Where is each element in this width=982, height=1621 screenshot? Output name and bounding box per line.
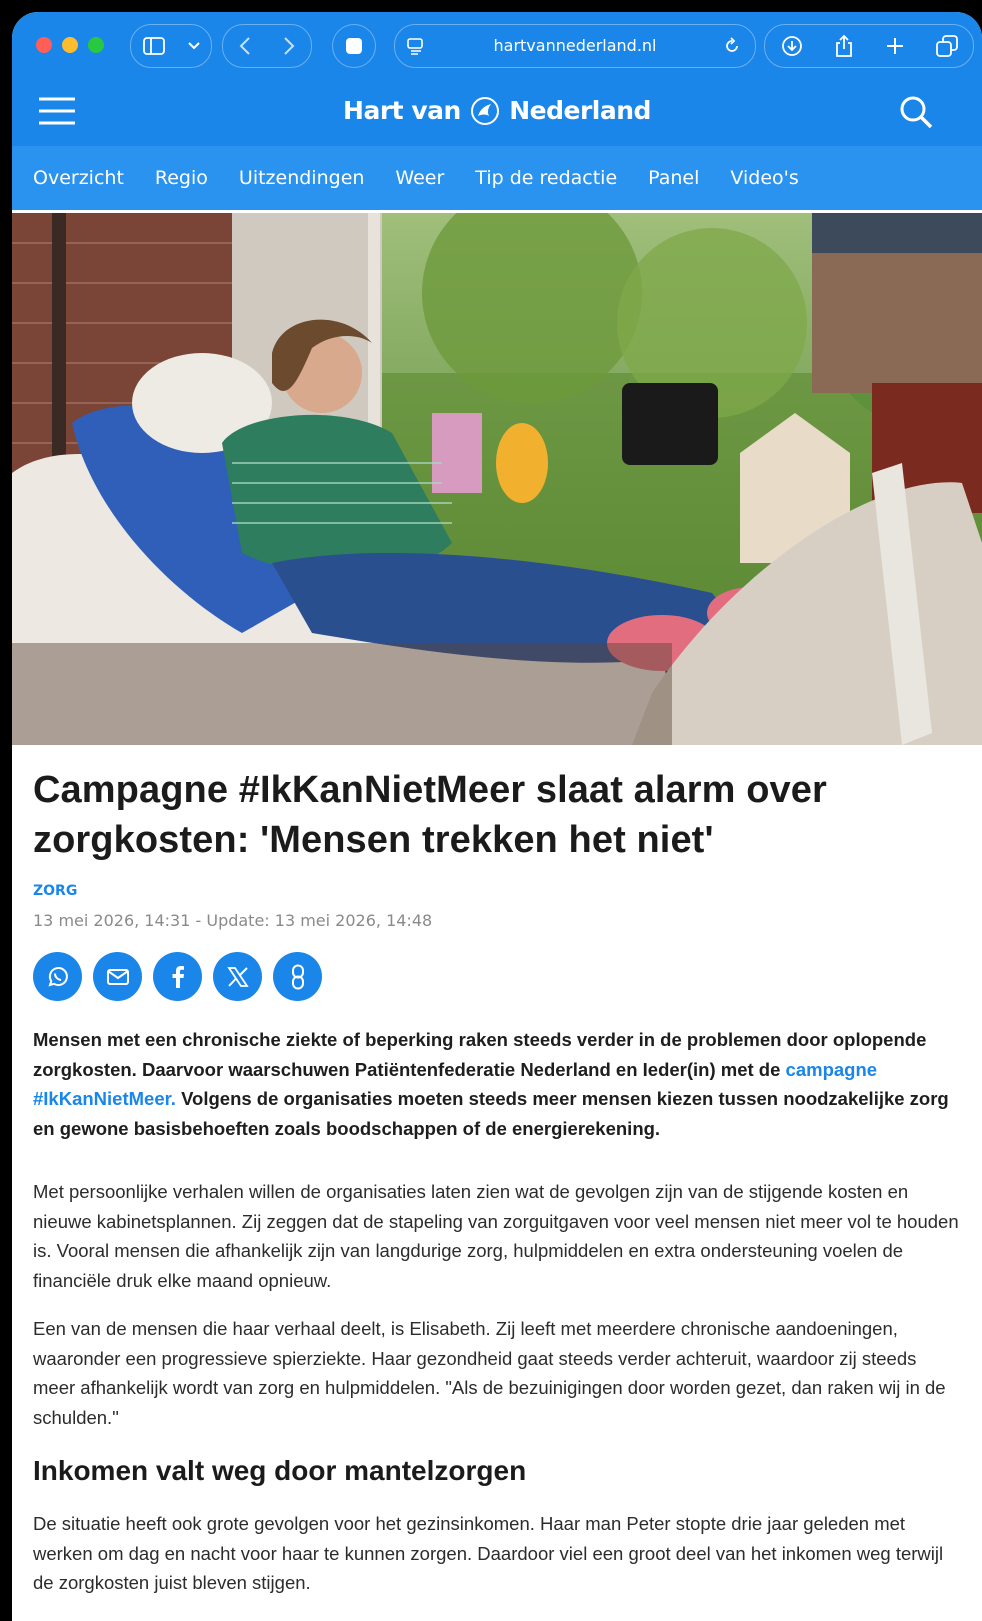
site-logo[interactable]: Hart van Nederland [12, 96, 982, 125]
download-icon[interactable] [781, 35, 803, 57]
x-share-button[interactable] [213, 952, 262, 1001]
site-header: Hart van Nederland [12, 78, 982, 146]
zoom-window-button[interactable] [88, 37, 104, 53]
tab-overview-icon[interactable] [935, 35, 958, 57]
article-paragraph: Met persoonlijke verhalen willen de orga… [33, 1181, 959, 1291]
back-icon[interactable] [239, 36, 251, 56]
nav-item-regio[interactable]: Regio [155, 167, 208, 189]
sidebar-toggle-button[interactable] [130, 24, 212, 68]
nav-item-overzicht[interactable]: Overzicht [33, 167, 124, 189]
publish-date: 13 mei 2026, 14:31 - Update: 13 mei 2026… [33, 911, 433, 930]
url-text: hartvannederland.nl [493, 36, 657, 55]
new-tab-icon[interactable] [885, 36, 905, 56]
link-icon [291, 964, 304, 989]
reload-icon[interactable] [723, 37, 741, 55]
x-icon [226, 966, 249, 987]
browser-toolbar: hartvannederland.nl [12, 12, 982, 78]
nav-item-panel[interactable]: Panel [648, 167, 699, 189]
mail-icon [106, 968, 129, 985]
share-icon[interactable] [834, 34, 854, 58]
window-controls [36, 37, 104, 53]
whatsapp-icon [47, 966, 68, 987]
nav-item-weer[interactable]: Weer [395, 167, 444, 189]
nav-item-tip-de-redactie[interactable]: Tip de redactie [475, 167, 617, 189]
facebook-share-button[interactable] [153, 952, 202, 1001]
nav-item-uitzendingen[interactable]: Uitzendingen [239, 167, 365, 189]
heart-logo-icon [471, 97, 500, 125]
close-window-button[interactable] [36, 37, 52, 53]
search-icon[interactable] [899, 95, 933, 129]
share-buttons [33, 952, 963, 1001]
mail-share-button[interactable] [93, 952, 142, 1001]
article-lead: Mensen met een chronische ziekte of bepe… [33, 1025, 963, 1143]
sidebar-icon [142, 37, 165, 55]
browser-window: hartvannederland.nl Hart van Nederland O… [12, 12, 982, 1621]
article-paragraph: De situatie heeft ook grote gevolgen voo… [33, 1513, 944, 1593]
category-link[interactable]: ZORG [33, 883, 963, 899]
chevron-down-icon [187, 42, 200, 50]
tab-overview-button[interactable] [332, 24, 376, 68]
logo-text-left: Hart van [343, 96, 461, 125]
minimize-window-button[interactable] [62, 37, 78, 53]
article: Campagne #IkKanNietMeer slaat alarm over… [33, 745, 963, 1598]
logo-text-right: Nederland [509, 96, 651, 125]
forward-icon[interactable] [283, 36, 295, 56]
copy-link-button[interactable] [273, 952, 322, 1001]
whatsapp-share-button[interactable] [33, 952, 82, 1001]
article-title: Campagne #IkKanNietMeer slaat alarm over… [33, 769, 827, 861]
hero-image [12, 213, 982, 745]
article-subheading: Inkomen valt weg door mantelzorgen [33, 1455, 527, 1486]
tab-icon [346, 38, 362, 54]
address-bar[interactable]: hartvannederland.nl [394, 24, 756, 68]
facebook-icon [172, 965, 184, 988]
article-paragraph: Een van de mensen die haar verhaal deelt… [33, 1318, 946, 1428]
toolbar-actions [764, 24, 974, 68]
nav-item-videos[interactable]: Video's [730, 167, 798, 189]
history-navigation [222, 24, 312, 68]
main-navigation: Overzicht Regio Uitzendingen Weer Tip de… [12, 146, 982, 210]
